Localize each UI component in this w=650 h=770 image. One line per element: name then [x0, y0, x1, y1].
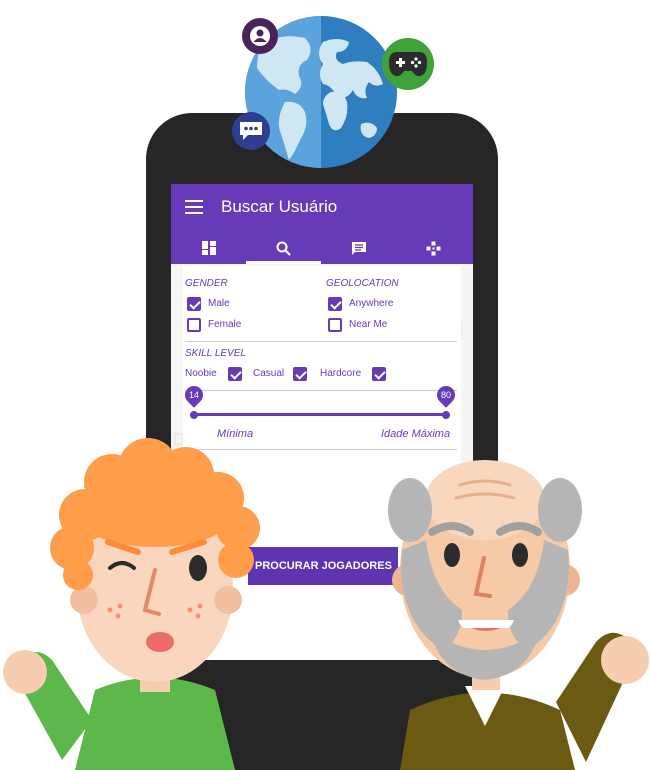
option-male-label: Male — [208, 298, 230, 309]
checkbox-casual[interactable] — [293, 367, 307, 381]
tab-search[interactable] — [246, 232, 321, 264]
menu-icon[interactable] — [185, 200, 203, 214]
young-character-illustration — [3, 438, 260, 770]
option-near-me-label: Near Me — [349, 319, 388, 330]
age-range-track[interactable] — [193, 413, 448, 416]
min-age-value: 14 — [188, 390, 199, 400]
option-anywhere-label: Anywhere — [349, 298, 394, 309]
app-title: Buscar Usuário — [221, 197, 338, 216]
dashboard-icon — [201, 241, 216, 255]
checkbox-anywhere[interactable] — [328, 297, 342, 311]
checkbox-hardcore[interactable] — [372, 367, 386, 381]
checkbox-male[interactable] — [187, 297, 201, 311]
user-icon — [250, 26, 270, 46]
option-noobie-label: Noobie — [185, 368, 217, 379]
gamepad-icon — [426, 241, 441, 255]
divider — [185, 341, 457, 342]
app-bar: Buscar Usuário — [171, 184, 473, 264]
option-casual-label: Casual — [253, 368, 285, 379]
option-female-label: Female — [208, 319, 242, 330]
active-tab-indicator — [246, 261, 321, 264]
max-age-handle[interactable] — [442, 411, 450, 419]
chat-icon — [351, 241, 366, 255]
tab-games[interactable] — [396, 232, 471, 264]
max-age-value: 80 — [440, 390, 451, 400]
geolocation-label: GEOLOCATION — [326, 278, 399, 289]
checkbox-noobie[interactable] — [228, 367, 242, 381]
profile-badge — [242, 18, 278, 54]
chat-bubble-icon — [240, 122, 262, 140]
checkbox-near-me[interactable] — [328, 318, 342, 332]
chat-badge — [232, 112, 270, 150]
option-hardcore-label: Hardcore — [320, 368, 362, 379]
min-age-handle[interactable] — [190, 411, 198, 419]
skill-level-label: SKILL LEVEL — [185, 348, 246, 359]
divider — [185, 390, 457, 391]
old-character-illustration — [388, 460, 649, 770]
gamepad-icon — [389, 52, 427, 76]
search-icon — [276, 241, 291, 256]
tab-chat[interactable] — [321, 232, 396, 264]
tab-dashboard[interactable] — [171, 232, 246, 264]
gamepad-badge — [382, 38, 434, 90]
gender-label: GENDER — [185, 278, 228, 289]
max-age-label: Idade Máxima — [381, 428, 451, 440]
checkbox-female[interactable] — [187, 318, 201, 332]
